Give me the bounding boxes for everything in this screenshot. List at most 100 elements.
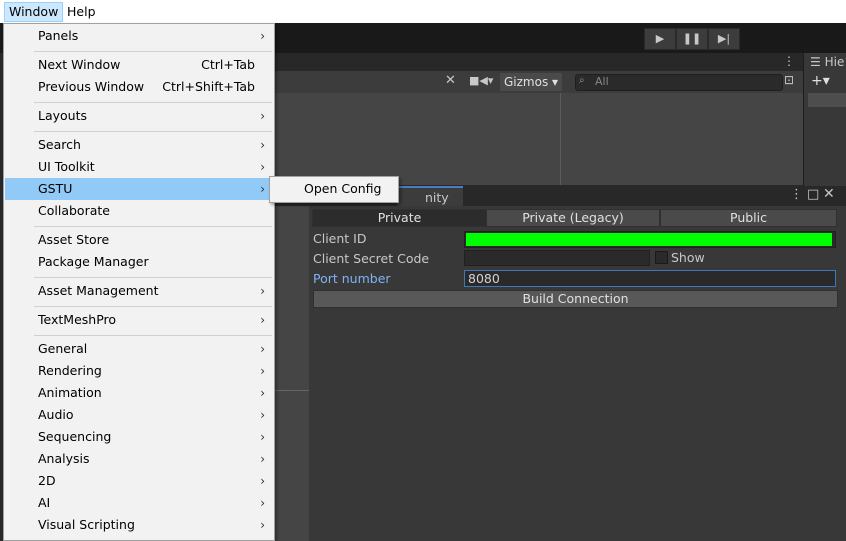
- menu-item-ai[interactable]: AI ›: [5, 492, 273, 514]
- client-secret-field[interactable]: [464, 250, 650, 266]
- gstu-tab[interactable]: nity: [397, 186, 463, 206]
- tab-private-legacy[interactable]: Private (Legacy): [486, 209, 660, 227]
- menu-item-previous-window[interactable]: Previous Window Ctrl+Shift+Tab: [5, 76, 273, 98]
- hierarchy-tab[interactable]: ☰ Hie: [810, 55, 844, 69]
- menu-item-label: Package Manager: [38, 254, 149, 269]
- tab-public[interactable]: Public: [660, 209, 837, 227]
- client-secret-label: Client Secret Code: [313, 251, 430, 266]
- menu-window[interactable]: Window: [4, 2, 64, 22]
- menu-help[interactable]: Help: [63, 3, 100, 21]
- window-menu: Panels › Next Window Ctrl+Tab Previous Win…: [3, 23, 275, 541]
- pause-button[interactable]: ❚❚: [676, 28, 708, 50]
- menu-separator: [34, 335, 272, 336]
- gstu-submenu: Open Config: [269, 176, 399, 203]
- menu-item-label: Next Window: [38, 57, 121, 72]
- menu-item-search[interactable]: Search ›: [5, 134, 273, 156]
- menu-item-next-window[interactable]: Next Window Ctrl+Tab: [5, 54, 273, 76]
- chevron-right-icon: ›: [260, 408, 265, 422]
- scene-tabbar: ⋮: [273, 53, 803, 72]
- menu-item-gstu[interactable]: GSTU ›: [5, 178, 273, 200]
- menu-item-visual-scripting[interactable]: Visual Scripting ›: [5, 514, 273, 536]
- hierarchy-tab-label: Hie: [824, 55, 845, 69]
- play-button[interactable]: ▶: [644, 28, 676, 50]
- menu-item-panels[interactable]: Panels ›: [5, 25, 273, 47]
- menu-item-sequencing[interactable]: Sequencing ›: [5, 426, 273, 448]
- step-button[interactable]: ▶|: [708, 28, 740, 50]
- menu-separator: [34, 102, 272, 103]
- build-connection-button[interactable]: Build Connection: [313, 290, 838, 308]
- scene-view[interactable]: [273, 93, 803, 185]
- menu-item-textmeshpro[interactable]: TextMeshPro ›: [5, 309, 273, 331]
- maximize-icon[interactable]: □: [807, 187, 819, 202]
- chevron-right-icon: ›: [260, 182, 265, 196]
- chevron-right-icon: ›: [260, 518, 265, 532]
- port-number-label: Port number: [313, 271, 391, 286]
- chevron-right-icon: ›: [260, 386, 265, 400]
- client-id-label: Client ID: [313, 231, 367, 246]
- menu-separator: [34, 226, 272, 227]
- menu-item-label: Collaborate: [38, 203, 110, 218]
- scene-toolbar: ✕ ■◀▾ Gizmos ▾ ⌕ All ⊡: [273, 71, 803, 94]
- menu-item-2d[interactable]: 2D ›: [5, 470, 273, 492]
- more-options-icon[interactable]: ⋮: [790, 187, 803, 202]
- chevron-right-icon: ›: [260, 430, 265, 444]
- chevron-right-icon: ›: [260, 452, 265, 466]
- more-options-icon[interactable]: ⋮: [783, 54, 795, 68]
- chevron-right-icon: ›: [260, 138, 265, 152]
- close-icon[interactable]: ✕: [823, 186, 835, 202]
- menu-item-label: Animation: [38, 385, 102, 400]
- add-icon[interactable]: +▾: [811, 73, 830, 89]
- menu-item-label: Rendering: [38, 363, 102, 378]
- chevron-right-icon: ›: [260, 496, 265, 510]
- gizmos-button[interactable]: Gizmos ▾: [500, 73, 563, 91]
- client-id-field[interactable]: [464, 231, 836, 248]
- menu-item-asset-management[interactable]: Asset Management ›: [5, 280, 273, 302]
- show-checkbox[interactable]: [655, 251, 668, 264]
- chevron-right-icon: ›: [260, 313, 265, 327]
- menu-item-animation[interactable]: Animation ›: [5, 382, 273, 404]
- hierarchy-panel: ☰ Hie +▾: [803, 53, 846, 187]
- menu-item-shortcut: Ctrl+Shift+Tab: [162, 79, 255, 94]
- menu-item-label: AI: [38, 495, 51, 510]
- menu-item-label: Audio: [38, 407, 74, 422]
- scene-visibility-icon[interactable]: ⊡: [784, 73, 794, 87]
- port-number-input[interactable]: 8080: [464, 270, 836, 287]
- menu-item-ui-toolkit[interactable]: UI Toolkit ›: [5, 156, 273, 178]
- chevron-down-icon: ▾: [552, 75, 559, 89]
- menu-item-general[interactable]: General ›: [5, 338, 273, 360]
- client-id-redacted: [466, 233, 832, 246]
- menu-item-label: Open Config: [304, 181, 382, 196]
- menu-item-collaborate[interactable]: Collaborate: [5, 200, 273, 222]
- menu-item-audio[interactable]: Audio ›: [5, 404, 273, 426]
- scene-search-input[interactable]: ⌕ All: [575, 74, 783, 91]
- tab-private[interactable]: Private: [312, 209, 487, 227]
- chevron-right-icon: ›: [260, 109, 265, 123]
- menu-item-label: Asset Management: [38, 283, 159, 298]
- play-icon: ▶: [655, 32, 665, 45]
- pause-icon: ❚❚: [682, 32, 702, 45]
- chevron-right-icon: ›: [260, 284, 265, 298]
- menu-item-label: 2D: [38, 473, 56, 488]
- hierarchy-row[interactable]: [808, 93, 846, 107]
- menu-item-asset-store[interactable]: Asset Store: [5, 229, 273, 251]
- menu-item-shortcut: Ctrl+Tab: [201, 57, 255, 72]
- scene-view-edge: [273, 206, 309, 541]
- show-label: Show: [671, 250, 705, 265]
- step-icon: ▶|: [717, 32, 731, 45]
- menu-item-label: TextMeshPro: [38, 312, 117, 327]
- menu-item-label: Sequencing: [38, 429, 112, 444]
- camera-icon[interactable]: ■◀▾: [469, 74, 493, 87]
- tools-icon[interactable]: ✕: [445, 73, 456, 88]
- menu-separator: [34, 277, 272, 278]
- menu-item-label: Asset Store: [38, 232, 110, 247]
- menu-item-rendering[interactable]: Rendering ›: [5, 360, 273, 382]
- menu-item-layouts[interactable]: Layouts ›: [5, 105, 273, 127]
- menu-item-analysis[interactable]: Analysis ›: [5, 448, 273, 470]
- menu-item-label: UI Toolkit: [38, 159, 95, 174]
- menu-item-package-manager[interactable]: Package Manager: [5, 251, 273, 273]
- grid-line: [560, 93, 561, 185]
- menu-item-label: Previous Window: [38, 79, 145, 94]
- menu-separator: [34, 131, 272, 132]
- menu-item-open-config[interactable]: Open Config: [271, 178, 397, 200]
- chevron-right-icon: ›: [260, 160, 265, 174]
